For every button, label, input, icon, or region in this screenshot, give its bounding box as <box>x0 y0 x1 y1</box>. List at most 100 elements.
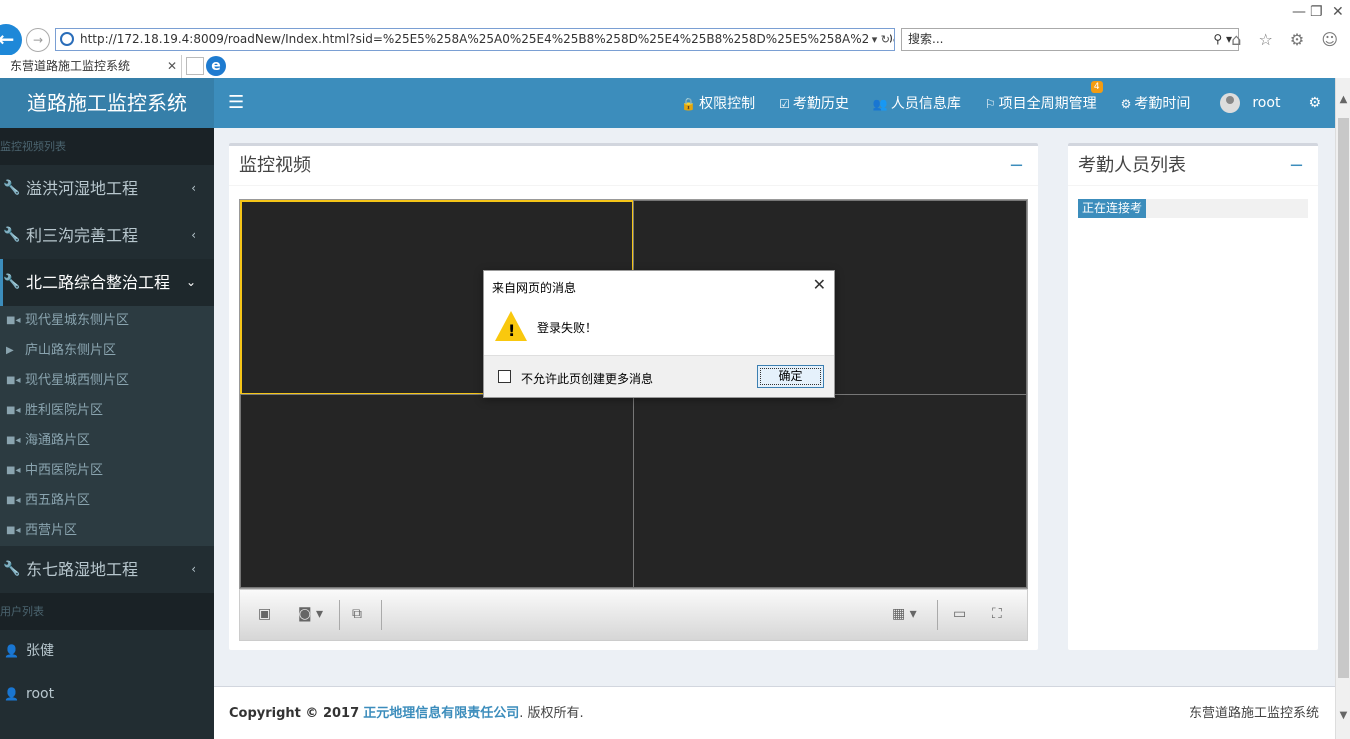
scroll-down-icon[interactable]: ▼ <box>1336 710 1350 721</box>
chevron-down-icon: ⌄ <box>185 275 196 289</box>
ok-button[interactable]: 确定 <box>757 365 824 388</box>
url-text: http://172.18.19.4:8009/roadNew/Index.ht… <box>80 32 895 46</box>
group-label: 利三沟完善工程 <box>26 226 139 245</box>
sidebar-subitems: ■◂ 现代星城东侧片区 ▶ 庐山路东侧片区 ■◂ 现代星城西侧片区 ■◂ 胜利医院片区 … <box>0 306 214 546</box>
rights-text: . 版权所有. <box>519 706 584 721</box>
lock-icon: 🔒 <box>681 97 697 111</box>
camera-label: 中西医院片区 <box>25 463 104 478</box>
dialog-footer: 不允许此页创建更多消息 确定 <box>484 355 834 397</box>
sidebar-group[interactable]: 🔧 利三沟完善工程 ‹ <box>0 212 214 259</box>
connection-status: 正在连接考 <box>1078 199 1147 218</box>
close-window-button[interactable]: ✕ <box>1332 4 1344 20</box>
scroll-thumb[interactable] <box>1338 118 1349 678</box>
calendar-check-icon: ☑ <box>779 97 790 111</box>
camera-item[interactable]: ▶ 庐山路东侧片区 <box>0 336 214 366</box>
settings-cogs-icon[interactable]: ⚙ <box>1298 95 1335 111</box>
nav-permission[interactable]: 🔒 权限控制 <box>669 93 767 113</box>
restore-button[interactable]: ❐ <box>1310 4 1323 20</box>
gear-icon: ⚙ <box>1120 97 1132 111</box>
camera-label: 海通路片区 <box>25 433 91 448</box>
record-icon[interactable]: ▣ <box>258 606 271 622</box>
user-item[interactable]: 👤 张健 <box>0 630 214 673</box>
camera-item[interactable]: ■◂ 中西医院片区 <box>0 456 214 486</box>
group-label: 溢洪河湿地工程 <box>26 179 139 198</box>
camera-item[interactable]: ■◂ 现代星城东侧片区 <box>0 306 214 336</box>
address-bar[interactable]: http://172.18.19.4:8009/roadNew/Index.ht… <box>55 28 895 51</box>
nav-user-menu[interactable]: root <box>1202 93 1298 113</box>
chevron-left-icon: ‹ <box>191 562 196 576</box>
chevron-left-icon: ‹ <box>191 181 196 195</box>
nav-personnel-db[interactable]: 👥 人员信息库 <box>861 93 973 113</box>
copyright-text: Copyright © 2017 <box>229 706 360 721</box>
video-camera-icon: ■◂ <box>6 315 21 326</box>
camera-item[interactable]: ■◂ 现代星城西侧片区 <box>0 366 214 396</box>
flag-icon: ⚐ <box>984 97 996 111</box>
fit-screen-icon[interactable]: ▭ <box>953 606 966 622</box>
collapse-icon[interactable]: − <box>1289 146 1304 186</box>
nav-attendance-history[interactable]: ☑ 考勤历史 <box>767 93 861 113</box>
camera-item[interactable]: ■◂ 西营片区 <box>0 516 214 546</box>
suppress-checkbox-label[interactable]: 不允许此页创建更多消息 <box>521 370 653 387</box>
chevron-left-icon: ‹ <box>191 228 196 242</box>
wrench-icon: 🔧 <box>3 274 21 290</box>
menu-toggle-icon[interactable]: ☰ <box>228 92 244 113</box>
app-root: 道路施工监控系统 ☰ 🔒 权限控制 ☑ 考勤历史 👥 人员信息库 ⚐ 项目全周期管理 4… <box>0 78 1335 739</box>
attendance-panel-header: 考勤人员列表 − <box>1068 146 1318 186</box>
wrench-icon: 🔧 <box>3 227 21 243</box>
sidebar-group[interactable]: 🔧 东七路湿地工程 ‹ <box>0 546 214 593</box>
minimize-button[interactable]: — <box>1292 4 1306 20</box>
new-tab-button[interactable] <box>186 57 204 75</box>
browser-toolbar-icons[interactable]: ⌂ ☆ ⚙ ☺ <box>1231 30 1344 49</box>
user-item[interactable]: 👤 root <box>0 673 214 716</box>
suppress-checkbox[interactable] <box>498 370 511 383</box>
dialog-close-icon[interactable]: ✕ <box>813 275 826 294</box>
group-label: 北二路综合整治工程 <box>26 273 171 292</box>
company-link[interactable]: 正元地理信息有限责任公司 <box>363 706 519 721</box>
camera-label: 现代星城西侧片区 <box>25 373 130 388</box>
back-button[interactable]: ← <box>0 24 22 56</box>
page-scrollbar[interactable]: ▲ ▼ <box>1335 78 1350 739</box>
nav-project-lifecycle[interactable]: ⚐ 项目全周期管理 4 <box>973 81 1109 113</box>
camera-item[interactable]: ■◂ 西五路片区 <box>0 486 214 516</box>
fullscreen-icon[interactable]: ⛶ <box>992 606 1002 622</box>
video-camera-icon: ■◂ <box>6 525 21 536</box>
nav-label: 考勤历史 <box>792 96 849 112</box>
camera-item[interactable]: ■◂ 海通路片区 <box>0 426 214 456</box>
scroll-up-icon[interactable]: ▲ <box>1336 94 1350 105</box>
notification-badge: 4 <box>1090 81 1103 93</box>
camera-item[interactable]: ■◂ 胜利医院片区 <box>0 396 214 426</box>
grid-layout-icon[interactable]: ▦ ▾ <box>892 606 917 622</box>
top-nav: 🔒 权限控制 ☑ 考勤历史 👥 人员信息库 ⚐ 项目全周期管理 4 ⚙ 考勤时间 root… <box>669 78 1335 128</box>
camera-label: 胜利医院片区 <box>25 403 104 418</box>
tab-close-icon[interactable]: ✕ <box>167 55 177 77</box>
sidebar-header-users: 用户列表 <box>0 593 214 630</box>
snapshot-icon[interactable]: ◙ ▾ <box>298 606 323 622</box>
user-avatar <box>1220 93 1241 113</box>
user-label: root <box>26 686 55 702</box>
browser-tab[interactable]: 东营道路施工监控系统 ✕ <box>0 55 182 78</box>
tab-row: 东营道路施工监控系统 ✕ e <box>0 55 1350 78</box>
video-cell-3[interactable] <box>240 394 634 588</box>
browser-search-input[interactable]: 搜索... ⚲ ▾ <box>901 28 1239 51</box>
video-camera-icon: ■◂ <box>6 435 21 446</box>
camera-label: 庐山路东侧片区 <box>25 343 117 358</box>
search-icon[interactable]: ⚲ ▾ <box>1213 29 1232 50</box>
attendance-panel: 考勤人员列表 − 正在连接考 <box>1068 143 1318 650</box>
nav-attendance-time[interactable]: ⚙ 考勤时间 <box>1109 93 1203 113</box>
sidebar-group-active[interactable]: 🔧 北二路综合整治工程 ⌄ <box>0 259 214 306</box>
video-camera-icon: ■◂ <box>6 375 21 386</box>
top-navbar: ☰ 🔒 权限控制 ☑ 考勤历史 👥 人员信息库 ⚐ 项目全周期管理 4 ⚙ 考勤时间 ro… <box>214 78 1335 128</box>
sidebar-group[interactable]: 🔧 溢洪河湿地工程 ‹ <box>0 165 214 212</box>
sidebar: 监控视频列表 🔧 溢洪河湿地工程 ‹ 🔧 利三沟完善工程 ‹ 🔧 北二路综合整治… <box>0 128 214 739</box>
refresh-icon[interactable]: ▾ ↻ <box>867 29 890 50</box>
collapse-icon[interactable]: − <box>1009 146 1024 186</box>
forward-button[interactable]: → <box>26 28 50 52</box>
close-all-icon[interactable]: ⧉ <box>352 606 362 622</box>
app-logo[interactable]: 道路施工监控系统 <box>0 78 214 128</box>
video-toolbar: ▣ ◙ ▾ ⧉ ▦ ▾ ▭ ⛶ <box>239 589 1028 641</box>
video-panel-title: 监控视频 <box>239 155 311 176</box>
video-cell-4[interactable] <box>633 394 1027 588</box>
footer: Copyright © 2017 正元地理信息有限责任公司. 版权所有. 东营道… <box>214 686 1335 739</box>
nav-label: 考勤时间 <box>1134 96 1191 112</box>
connection-status-bar: 正在连接考 <box>1078 199 1308 218</box>
